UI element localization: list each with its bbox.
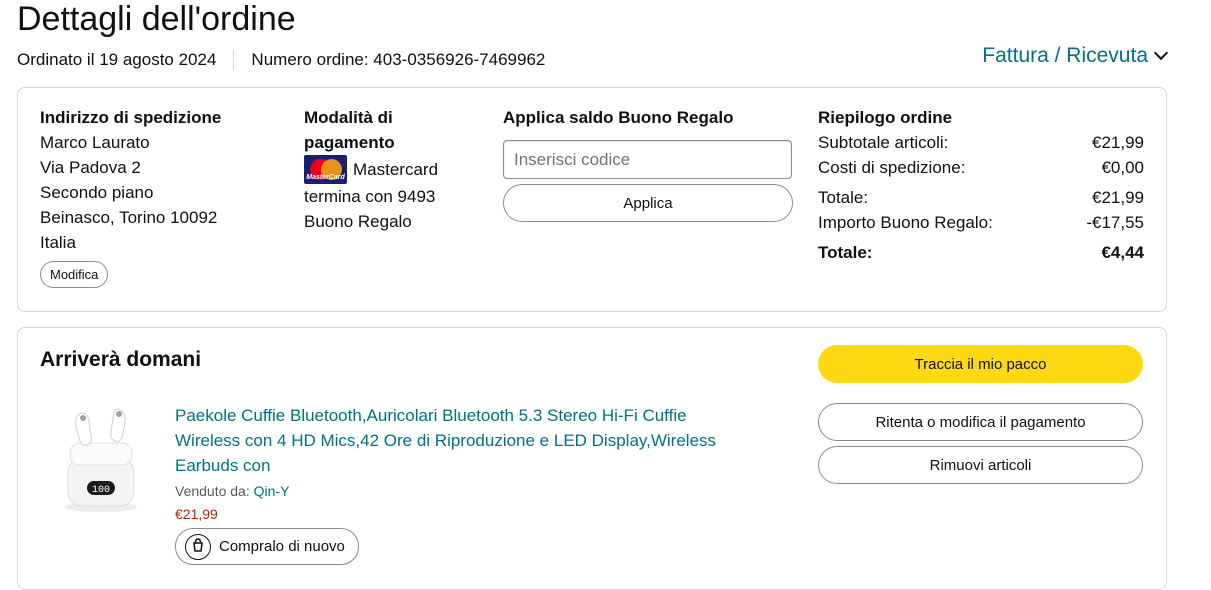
gift-card-title: Applica saldo Buono Regalo [503, 108, 734, 127]
edit-address-button[interactable]: Modifica [40, 261, 109, 288]
page-title: Dettagli dell'ordine [17, 0, 296, 38]
address-line: Marco Laurato [40, 133, 150, 152]
track-package-button[interactable]: Traccia il mio pacco [818, 345, 1143, 383]
product-price: €21,99 [175, 506, 218, 522]
apply-gift-button[interactable]: Applica [503, 184, 793, 222]
order-number: Numero ordine: 403-0356926-7469962 [251, 50, 546, 69]
summary-row: Totale: €21,99 [818, 185, 1144, 210]
payment-extra: Buono Regalo [304, 212, 412, 231]
address-line: Via Padova 2 [40, 158, 141, 177]
product-title-link[interactable]: Paekole Cuffie Bluetooth,Auricolari Blue… [175, 403, 745, 478]
address-line: Beinasco, Torino 10092 [40, 208, 218, 227]
chevron-down-icon [1153, 45, 1169, 61]
summary-value: €0,00 [1101, 158, 1144, 177]
product-details: Paekole Cuffie Bluetooth,Auricolari Blue… [175, 403, 745, 565]
total-value: €4,44 [1101, 243, 1144, 262]
summary-row: Subtotale articoli: €21,99 [818, 130, 1144, 155]
order-summary: Riepilogo ordine Subtotale articoli: €21… [818, 105, 1144, 265]
payment-method: Modalità di pagamento MasterCard Masterc… [304, 105, 474, 234]
seller-info: Venduto da: Qin-Y [175, 481, 745, 501]
summary-value: -€17,55 [1086, 213, 1144, 232]
invoice-dropdown[interactable]: Fattura / Ricevuta [982, 44, 1169, 68]
earbuds-product-image[interactable]: 100 [56, 403, 146, 518]
order-date: Ordinato il 19 agosto 2024 [17, 50, 217, 69]
shipment-box: Arriverà domani 100 Paekole Cuffie Bluet… [17, 327, 1167, 590]
address-line: Italia [40, 233, 76, 252]
summary-row: Costi di spedizione: €0,00 [818, 155, 1144, 180]
card-ending: termina con 9493 [304, 187, 436, 206]
summary-title: Riepilogo ordine [818, 108, 953, 127]
gift-code-input[interactable] [503, 140, 792, 179]
shipping-title: Indirizzo di spedizione [40, 108, 222, 127]
summary-value: €21,99 [1092, 133, 1144, 152]
card-row: MasterCard Mastercard [304, 155, 474, 184]
sold-by-label: Venduto da: [175, 483, 250, 499]
buy-again-label: Compralo di nuovo [219, 538, 345, 555]
address-line: Secondo piano [40, 183, 154, 202]
seller-link[interactable]: Qin-Y [254, 483, 290, 499]
divider [233, 50, 235, 70]
buy-again-button[interactable]: Compralo di nuovo [175, 528, 359, 565]
mastercard-logo-text: MasterCard [306, 174, 345, 181]
summary-label: Totale: [818, 188, 869, 207]
card-brand: Mastercard [353, 160, 439, 179]
summary-total: Totale: €4,44 [818, 240, 1144, 265]
summary-value: €21,99 [1092, 188, 1144, 207]
total-label: Totale: [818, 243, 873, 262]
buy-again-icon [185, 533, 211, 560]
invoice-label: Fattura / Ricevuta [982, 44, 1148, 67]
summary-label: Costi di spedizione: [818, 158, 966, 177]
arrival-status: Arriverà domani [40, 348, 202, 371]
remove-items-button[interactable]: Rimuovi articoli [818, 446, 1143, 484]
retry-payment-button[interactable]: Ritenta o modifica il pagamento [818, 403, 1143, 441]
shipment-actions: Traccia il mio pacco Ritenta o modifica … [818, 345, 1144, 484]
shipping-address: Indirizzo di spedizione Marco Laurato Vi… [40, 105, 270, 288]
summary-label: Subtotale articoli: [818, 133, 949, 152]
case-display-text: 100 [92, 485, 110, 496]
summary-label: Importo Buono Regalo: [818, 213, 993, 232]
gift-card-section: Applica saldo Buono Regalo Applica [503, 105, 795, 222]
payment-title: Modalità di pagamento [304, 108, 395, 152]
order-info-box: Indirizzo di spedizione Marco Laurato Vi… [17, 87, 1167, 312]
order-meta: Ordinato il 19 agosto 2024 Numero ordine… [17, 50, 545, 70]
mastercard-logo-icon: MasterCard [304, 155, 347, 184]
summary-row: Importo Buono Regalo: -€17,55 [818, 210, 1144, 235]
